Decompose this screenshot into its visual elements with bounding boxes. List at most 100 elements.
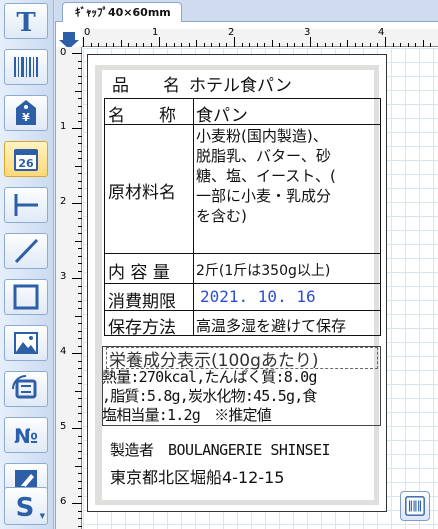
barcode-tool-button[interactable] [4,49,48,85]
design-canvas[interactable]: 0 1 2 3 4 0 1 2 3 4 5 6 品 名 ホテル食パン 名 称 食… [55,22,438,529]
ruler-tick [78,413,82,414]
barcode-label-icon [405,496,425,516]
ruler-tick [105,43,107,47]
ruler-tick [78,173,82,174]
svg-text:¥: ¥ [22,111,30,124]
ruler-tick [339,43,341,47]
ruler-tick [78,300,82,302]
expiry-key[interactable]: 消費期限 [108,287,176,312]
rectangle-tool-button[interactable] [4,279,48,315]
ruler-tick [211,43,213,47]
ruler-tick [78,375,82,377]
quantity-value[interactable]: 2斤(1斤は350g以上) [196,260,330,280]
image-tool-button[interactable] [4,325,48,361]
label-preview-button[interactable] [400,491,430,521]
ruler-tick [347,40,349,47]
ruler-tick [78,225,82,227]
label-margin: 品 名 ホテル食パン 名 称 食パン 原材料名 小麦粉(国内製造)、 脱脂乳、バ… [95,65,382,505]
tab-label-layout[interactable]: ｷﾞｬｯﾌﾟ40×60mm [62,2,182,23]
image-tool-icon [14,332,38,354]
ruler-tick [188,43,190,47]
rotate-tool-button[interactable] [4,371,48,407]
ruler-tick [78,263,82,264]
maker-line[interactable]: 製造者 BOULANGERIE SHINSEI [110,439,331,460]
line-corner-tool-button[interactable] [4,187,48,223]
row-line [104,283,381,284]
ruler-number: 1 [60,121,67,132]
ruler-tick [271,40,273,47]
name-value[interactable]: 食パン [196,101,248,126]
ruler-tick [78,495,82,497]
ruler-tick [78,405,82,407]
ruler-tick [78,480,82,482]
ruler-tick [78,473,82,474]
ruler-tick [415,43,417,47]
ingredients-line: 脱脂乳、バター、砂 [196,147,331,165]
storage-key[interactable]: 保存方法 [108,313,176,338]
ruler-tick [377,43,379,47]
ruler-tick [256,43,258,47]
ruler-tick [78,330,82,332]
ruler-tick [203,43,205,47]
product-value[interactable]: ホテル食パン [189,71,292,96]
ruler-tick [78,105,82,107]
ruler-tick [78,420,82,422]
ruler-tick [279,43,281,47]
ruler-tick [75,465,82,467]
ruler-number: 0 [60,47,67,58]
calendar-tool-button[interactable]: 26 [4,141,48,177]
quantity-key[interactable]: 内 容 量 [108,258,170,283]
product-key[interactable]: 品 名 [112,71,180,96]
ruler-tick [72,128,82,129]
row-line [104,253,381,254]
address-line[interactable]: 東京都北区堀船4-12-15 [110,464,284,488]
ruler-tick [301,43,303,47]
ruler-tick [196,40,198,47]
ruler-tick [173,43,175,47]
ruler-tick [78,510,82,512]
number-tool-icon: № [14,424,38,448]
storage-value[interactable]: 高温多湿を避けて保存 [196,315,346,336]
ruler-tick [78,270,82,272]
ruler-tick [78,360,82,362]
ingredients-line: 一部に小麦・乳成分 [196,187,332,205]
ruler-tick [78,398,82,399]
ruler-tick [78,458,82,459]
svg-text:T: T [16,8,36,36]
calendar-tool-icon: 26 [14,149,38,171]
ruler-tick [75,240,82,242]
price-tag-tool-icon: ¥ [16,100,36,125]
ingredients-value[interactable]: 小麦粉(国内製造)、 脱脂乳、バター、砂 糖、塩、イースト、( 一部に小麦・乳成… [196,126,382,226]
ruler-number: 4 [378,27,385,38]
ruler-tick [78,180,82,182]
ruler-tick [385,37,386,47]
name-key[interactable]: 名 称 [108,101,176,126]
ruler-tick [75,390,82,392]
nutrition-box [102,346,381,426]
line-tool-icon [14,238,39,264]
ruler-tick [78,248,82,249]
ruler-tick [78,120,82,122]
ingredients-key[interactable]: 原材料名 [108,178,176,203]
ruler-tick [75,90,82,92]
expiry-date-value[interactable]: 2021. 10. 16 [200,287,316,306]
ruler-tick [78,255,82,257]
ruler-tick [78,488,82,489]
ruler-tick [309,37,311,47]
dropdown-arrow-icon: ▼ [39,512,45,520]
ruler-tick [78,518,82,519]
ruler-number: 5 [60,421,67,432]
ruler-tick [72,203,82,204]
line-tool-button[interactable] [4,233,48,269]
ruler-number: 0 [84,27,91,38]
text-tool-button[interactable]: T [4,3,48,39]
text-tool-icon: T [16,8,36,36]
price-tag-tool-button[interactable]: ¥ [4,95,48,131]
ruler-tick [78,368,82,369]
number-tool-button[interactable]: № [4,417,48,453]
s-tool-icon: S [16,493,35,521]
ruler-tick [75,315,82,317]
ruler-tick [362,43,364,47]
ruler-tick [78,345,82,347]
s-tool-button[interactable]: S ▼ [4,487,48,525]
